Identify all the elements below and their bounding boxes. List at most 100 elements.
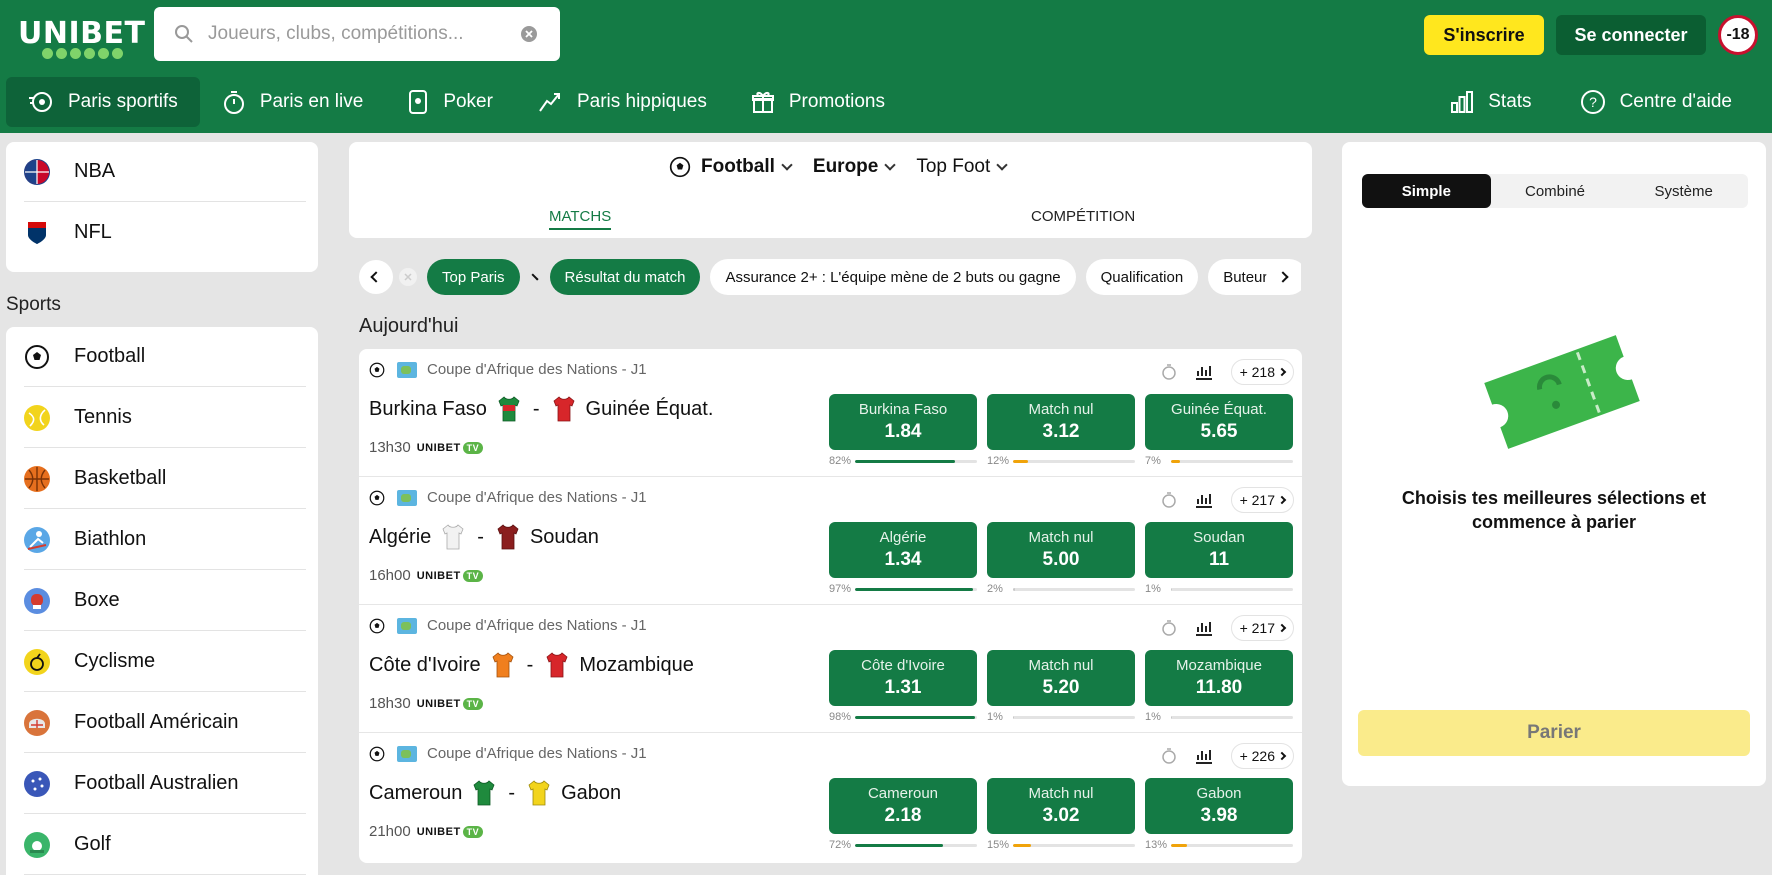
- odd-percentage-label: 98%: [829, 711, 852, 723]
- nav-stats[interactable]: Stats: [1438, 77, 1543, 127]
- league-selector[interactable]: Top Foot: [916, 156, 1008, 178]
- match-row[interactable]: Coupe d'Afrique des Nations - J1 + 217 C…: [359, 605, 1302, 733]
- match-row[interactable]: Coupe d'Afrique des Nations - J1 + 226 C…: [359, 733, 1302, 861]
- sidebar-item-biathlon[interactable]: Biathlon: [24, 510, 306, 570]
- unibet-tv-logo: UNIBET TV: [417, 569, 484, 582]
- odd-button-away[interactable]: Guinée Équat. 5.65: [1145, 394, 1293, 450]
- stopwatch-icon[interactable]: [1161, 363, 1177, 381]
- stats-icon[interactable]: [1195, 620, 1213, 636]
- sidebar-item-golf[interactable]: Golf: [24, 815, 306, 875]
- chevron-left-icon: [370, 271, 382, 283]
- nav-poker[interactable]: Poker: [385, 77, 515, 127]
- nav-paris-en-live[interactable]: Paris en live: [200, 77, 386, 127]
- sidebar-item-nfl[interactable]: NFL: [24, 202, 306, 262]
- match-row[interactable]: Coupe d'Afrique des Nations - J1 + 218 B…: [359, 349, 1302, 477]
- odd-button-away[interactable]: Mozambique 11.80: [1145, 650, 1293, 706]
- match-time-line: 18h30 UNIBET TV: [369, 695, 484, 712]
- odd-button-draw[interactable]: Match nul 5.00: [987, 522, 1135, 578]
- match-row[interactable]: Coupe d'Afrique des Nations - J1 + 217 A…: [359, 477, 1302, 605]
- stats-icon[interactable]: [1195, 748, 1213, 764]
- competition-name: Coupe d'Afrique des Nations - J1: [427, 745, 647, 762]
- odd-button-draw[interactable]: Match nul 3.12: [987, 394, 1135, 450]
- sidebar-item-football-americain[interactable]: Football Américain: [24, 693, 306, 753]
- odd-button-away[interactable]: Gabon 3.98: [1145, 778, 1293, 834]
- nav-paris-hippiques[interactable]: Paris hippiques: [515, 77, 729, 127]
- match-tools: + 217: [1161, 615, 1294, 641]
- tab-simple[interactable]: Simple: [1362, 174, 1491, 208]
- more-markets-button[interactable]: + 218: [1230, 359, 1294, 385]
- place-bet-button[interactable]: Parier: [1358, 710, 1750, 756]
- chevron-down-icon: [884, 158, 897, 171]
- tab-matchs[interactable]: MATCHS: [549, 208, 612, 230]
- competition-line: Coupe d'Afrique des Nations - J1: [369, 361, 647, 378]
- sports-panel: Football Tennis Basketball Biathlon Boxe…: [6, 327, 318, 875]
- sidebar-item-nba[interactable]: NBA: [24, 142, 306, 202]
- tab-competition[interactable]: COMPÉTITION: [1031, 208, 1135, 225]
- odd-button-draw[interactable]: Match nul 3.02: [987, 778, 1135, 834]
- odd-button-home[interactable]: Cameroun 2.18: [829, 778, 977, 834]
- region-selector[interactable]: Europe: [813, 156, 897, 178]
- scroll-left-button[interactable]: [359, 260, 393, 294]
- login-button[interactable]: Se connecter: [1556, 15, 1706, 55]
- unibet-tv-logo: UNIBET TV: [417, 441, 484, 454]
- sidebar-item-basketball[interactable]: Basketball: [24, 449, 306, 509]
- clear-search-icon[interactable]: [520, 25, 538, 43]
- sidebar-item-cyclisme[interactable]: Cyclisme: [24, 632, 306, 692]
- chip-top-paris[interactable]: Top Paris: [427, 259, 520, 295]
- odd-button-away[interactable]: Soudan 11: [1145, 522, 1293, 578]
- tab-systeme[interactable]: Système: [1619, 174, 1748, 208]
- match-tools: + 226: [1161, 743, 1294, 769]
- odd-label: Algérie: [879, 529, 927, 546]
- chip-qualification[interactable]: Qualification: [1085, 259, 1199, 295]
- odd-button-home[interactable]: Côte d'Ivoire 1.31: [829, 650, 977, 706]
- home-jersey-icon: [442, 524, 464, 550]
- odd-button-draw[interactable]: Match nul 5.20: [987, 650, 1135, 706]
- sidebar-item-football[interactable]: Football: [24, 327, 306, 387]
- scroll-right-button[interactable]: [1266, 260, 1300, 294]
- nav-label: Promotions: [788, 91, 885, 112]
- chevron-right-icon: [530, 273, 539, 281]
- odd-percentage: 13%: [1145, 839, 1293, 851]
- more-markets-button[interactable]: + 217: [1230, 615, 1294, 641]
- search-icon: [175, 25, 193, 43]
- search-box[interactable]: [154, 7, 560, 61]
- stats-icon[interactable]: [1195, 364, 1213, 380]
- stopwatch-icon[interactable]: [1161, 491, 1177, 509]
- unibet-logo[interactable]: UNIBET: [18, 16, 145, 51]
- odd-button-home[interactable]: Burkina Faso 1.84: [829, 394, 977, 450]
- favorites-panel: NBA NFL: [6, 142, 318, 272]
- nav-help-center[interactable]: ? Centre d'aide: [1568, 77, 1744, 127]
- stopwatch-icon[interactable]: [1161, 619, 1177, 637]
- nav-paris-sportifs[interactable]: Paris sportifs: [6, 77, 200, 127]
- clear-filter-icon[interactable]: [399, 268, 417, 286]
- betslip-empty-message: Choisis tes meilleures sélections et com…: [1401, 488, 1707, 532]
- sidebar-item-football-australien[interactable]: Football Australien: [24, 754, 306, 814]
- nav-promotions[interactable]: Promotions: [729, 77, 907, 127]
- odd-label: Burkina Faso: [858, 401, 948, 418]
- away-jersey-icon: [528, 780, 550, 806]
- stopwatch-icon[interactable]: [1161, 747, 1177, 765]
- sidebar-item-label: Football Américain: [74, 711, 239, 733]
- league-selector-label: Top Foot: [916, 156, 991, 177]
- search-input[interactable]: [208, 23, 508, 45]
- odd-value: 2.18: [884, 805, 922, 826]
- odd-percentage-bar: [1013, 459, 1028, 463]
- more-markets-button[interactable]: + 217: [1230, 487, 1294, 513]
- stats-icon[interactable]: [1195, 492, 1213, 508]
- chip-assurance[interactable]: Assurance 2+ : L'équipe mène de 2 buts o…: [710, 259, 1076, 295]
- sidebar-item-tennis[interactable]: Tennis: [24, 388, 306, 448]
- register-button[interactable]: S'inscrire: [1424, 15, 1544, 55]
- chevron-right-icon: [1277, 495, 1287, 505]
- chip-resultat-du-match[interactable]: Résultat du match: [549, 259, 701, 295]
- match-time: 21h00: [369, 823, 411, 840]
- chevron-down-icon: [996, 158, 1008, 171]
- odd-percentage-bar: [855, 587, 974, 591]
- more-markets-button[interactable]: + 226: [1230, 743, 1294, 769]
- odd-button-home[interactable]: Algérie 1.34: [829, 522, 977, 578]
- logo-dots: [42, 48, 123, 59]
- sport-selector[interactable]: Football: [669, 156, 793, 178]
- nav-label: Paris en live: [259, 91, 364, 112]
- unibet-tv-logo: UNIBET TV: [417, 825, 484, 838]
- sidebar-item-boxe[interactable]: Boxe: [24, 571, 306, 631]
- tab-combine[interactable]: Combiné: [1491, 174, 1620, 208]
